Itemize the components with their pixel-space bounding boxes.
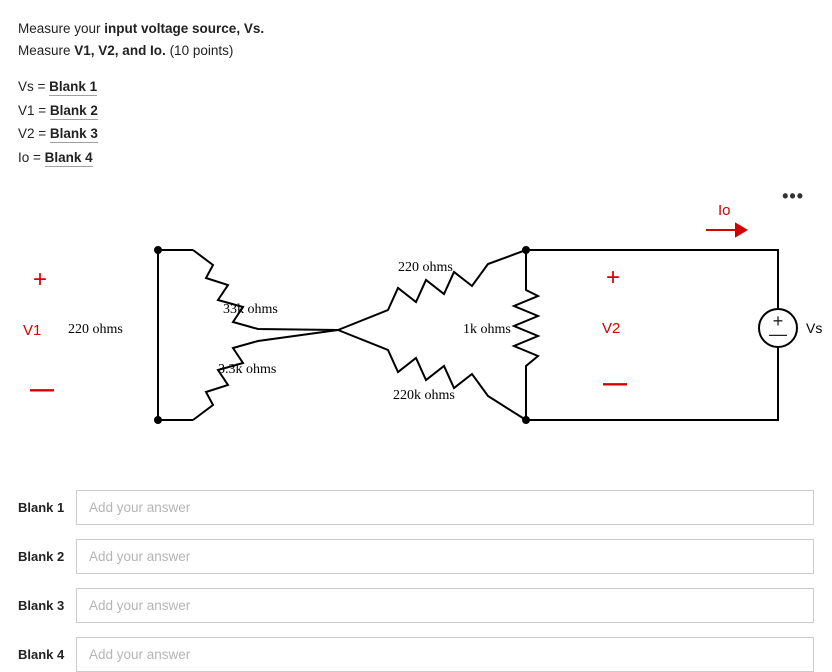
blank-1-input[interactable] [76, 490, 814, 525]
blank-row: Blank 4 [18, 637, 814, 672]
circuit-diagram: ••• [18, 200, 814, 450]
eq-v1-lhs: V1 = [18, 103, 50, 118]
blank-2-input[interactable] [76, 539, 814, 574]
r-lower-label: 3.3k ohms [218, 362, 276, 378]
blank-row: Blank 3 [18, 588, 814, 623]
v1-minus: — [30, 376, 54, 404]
io-label: Io [718, 202, 731, 219]
instr-line2-post: (10 points) [166, 43, 234, 58]
blank-label: Blank 4 [18, 647, 76, 662]
instr-line1-pre: Measure your [18, 21, 104, 36]
v1-plus: + [33, 266, 47, 294]
circuit-wires [18, 200, 818, 450]
voltage-source-icon: + — [758, 308, 798, 348]
r-right-label: 1k ohms [463, 322, 511, 338]
blank-label: Blank 3 [18, 598, 76, 613]
blank-label: Blank 1 [18, 500, 76, 515]
r-upper-label: 33k ohms [223, 302, 278, 318]
vs-label: Vs [806, 320, 822, 336]
blank-4-input[interactable] [76, 637, 814, 672]
eq-v2-ref: Blank 3 [50, 126, 98, 143]
blank-label: Blank 2 [18, 549, 76, 564]
v2-plus: + [606, 264, 620, 292]
equation-list: Vs = Blank 1 V1 = Blank 2 V2 = Blank 3 I… [18, 75, 814, 170]
eq-io-lhs: Io = [18, 150, 45, 165]
instr-line2-pre: Measure [18, 43, 74, 58]
v1-label: V1 [23, 322, 41, 339]
eq-v1-ref: Blank 2 [50, 103, 98, 120]
instructions: Measure your input voltage source, Vs. M… [18, 18, 814, 61]
answer-blanks: Blank 1 Blank 2 Blank 3 Blank 4 [18, 490, 814, 672]
v2-minus: — [603, 370, 627, 398]
blank-row: Blank 1 [18, 490, 814, 525]
instr-line1-bold: input voltage source, Vs. [104, 21, 264, 36]
blank-3-input[interactable] [76, 588, 814, 623]
instr-line2-bold: V1, V2, and Io. [74, 43, 166, 58]
blank-row: Blank 2 [18, 539, 814, 574]
r-bot-right-label: 220k ohms [393, 388, 455, 404]
eq-vs-ref: Blank 1 [49, 79, 97, 96]
r-top-right-label: 220 ohms [398, 260, 453, 276]
vsrc-minus: — [769, 327, 787, 341]
eq-io-ref: Blank 4 [45, 150, 93, 167]
eq-vs-lhs: Vs = [18, 79, 49, 94]
eq-v2-lhs: V2 = [18, 126, 50, 141]
v2-label: V2 [602, 320, 620, 337]
r-left-label: 220 ohms [68, 322, 123, 338]
